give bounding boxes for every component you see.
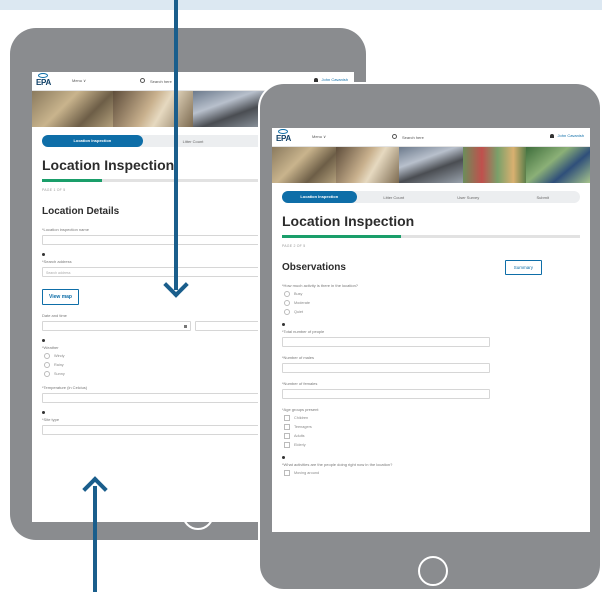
males-input[interactable] [282, 363, 490, 373]
search-icon [392, 134, 397, 139]
search-placeholder: Search here [402, 135, 424, 140]
home-button[interactable] [418, 556, 448, 586]
page-progress-bar [282, 235, 580, 238]
step-litter-count[interactable]: Litter Count [143, 139, 244, 144]
step-litter-count[interactable]: Litter Count [357, 195, 432, 200]
progress-fill [282, 235, 402, 238]
checkbox[interactable] [284, 470, 290, 476]
info-icon [42, 339, 45, 342]
section-title: Location Details [42, 206, 120, 217]
age-option-adults[interactable]: Adults [284, 433, 580, 439]
total-people-label: *Total number of people [282, 329, 325, 334]
tablet-front: EPA Menu ∨ Search here John Cavanish Loc… [258, 82, 602, 591]
radio-button[interactable] [44, 371, 50, 377]
menu-button[interactable]: Menu ∨ [312, 134, 326, 139]
banner-photo [112, 91, 193, 127]
logo-text: EPA [36, 78, 51, 87]
checkbox[interactable] [284, 433, 290, 439]
arrow-up-shaft [93, 486, 97, 592]
page-indicator: PAGE 2 OF 5 [282, 244, 306, 248]
epa-logo[interactable]: EPA [276, 129, 294, 144]
banner-photo [32, 91, 113, 127]
banner-photo [462, 147, 527, 183]
banner-photo [335, 147, 400, 183]
info-icon [282, 456, 285, 459]
radio-button[interactable] [284, 300, 290, 306]
radio-button[interactable] [44, 362, 50, 368]
age-option-elderly[interactable]: Elderly [284, 442, 580, 448]
banner-photo [399, 147, 463, 183]
menu-button[interactable]: Menu ∨ [72, 78, 86, 83]
user-name: John Cavanish [557, 133, 584, 138]
checkbox[interactable] [284, 415, 290, 421]
logo-text: EPA [276, 134, 291, 143]
app-header: EPA Menu ∨ Search here John Cavanish [272, 128, 590, 147]
age-groups-label: *Age groups present [282, 407, 319, 412]
home-button[interactable] [182, 498, 214, 530]
activity-option-quiet[interactable]: Quiet [284, 309, 580, 315]
activities-label: *What activities are the people doing ri… [282, 462, 393, 467]
search-placeholder: Search here [150, 79, 172, 84]
step-user-survey[interactable]: User Survey [431, 195, 506, 200]
radio-button[interactable] [284, 291, 290, 297]
checkbox[interactable] [284, 424, 290, 430]
activity-option-moderate[interactable]: Moderate [284, 300, 580, 306]
total-people-input[interactable] [282, 337, 490, 347]
progress-fill [42, 179, 103, 182]
info-icon [282, 323, 285, 326]
bell-icon [549, 133, 554, 138]
search-icon [140, 78, 145, 83]
screen-front: EPA Menu ∨ Search here John Cavanish Loc… [272, 128, 590, 532]
females-input[interactable] [282, 389, 490, 399]
step-location-inspection[interactable]: Location Inspection [42, 135, 143, 147]
calendar-icon [184, 325, 187, 328]
arrow-down-shaft [174, 0, 178, 290]
view-map-button[interactable]: View map [42, 289, 79, 305]
banner-photo [526, 147, 590, 183]
info-icon [42, 253, 45, 256]
checkbox[interactable] [284, 442, 290, 448]
page-title: Location Inspection [282, 213, 415, 229]
step-submit[interactable]: Submit [506, 195, 581, 200]
stepper: Location Inspection Litter Count User Su… [282, 191, 580, 203]
user-menu[interactable]: John Cavanish [549, 133, 584, 138]
radio-button[interactable] [284, 309, 290, 315]
age-option-teenagers[interactable]: Teenagers [284, 424, 580, 430]
date-input[interactable] [42, 321, 191, 331]
step-location-inspection[interactable]: Location Inspection [282, 191, 357, 203]
search-field[interactable]: Search here [392, 134, 424, 140]
activity-label: *How much activity is there in the locat… [282, 283, 359, 288]
top-band [0, 0, 602, 10]
radio-button[interactable] [44, 353, 50, 359]
section-title: Observations [282, 262, 346, 273]
females-label: *Number of females [282, 381, 318, 386]
activity-option-busy[interactable]: Busy [284, 291, 580, 297]
epa-logo[interactable]: EPA [36, 73, 54, 88]
males-label: *Number of males [282, 355, 315, 360]
info-icon [42, 411, 45, 414]
photo-banner [272, 147, 590, 183]
search-field[interactable]: Search here [140, 78, 172, 84]
age-option-children[interactable]: Children [284, 415, 580, 421]
banner-photo [272, 147, 336, 183]
summary-button[interactable]: Summary [504, 260, 542, 275]
activity-moving-around[interactable]: Moving around [284, 470, 580, 476]
